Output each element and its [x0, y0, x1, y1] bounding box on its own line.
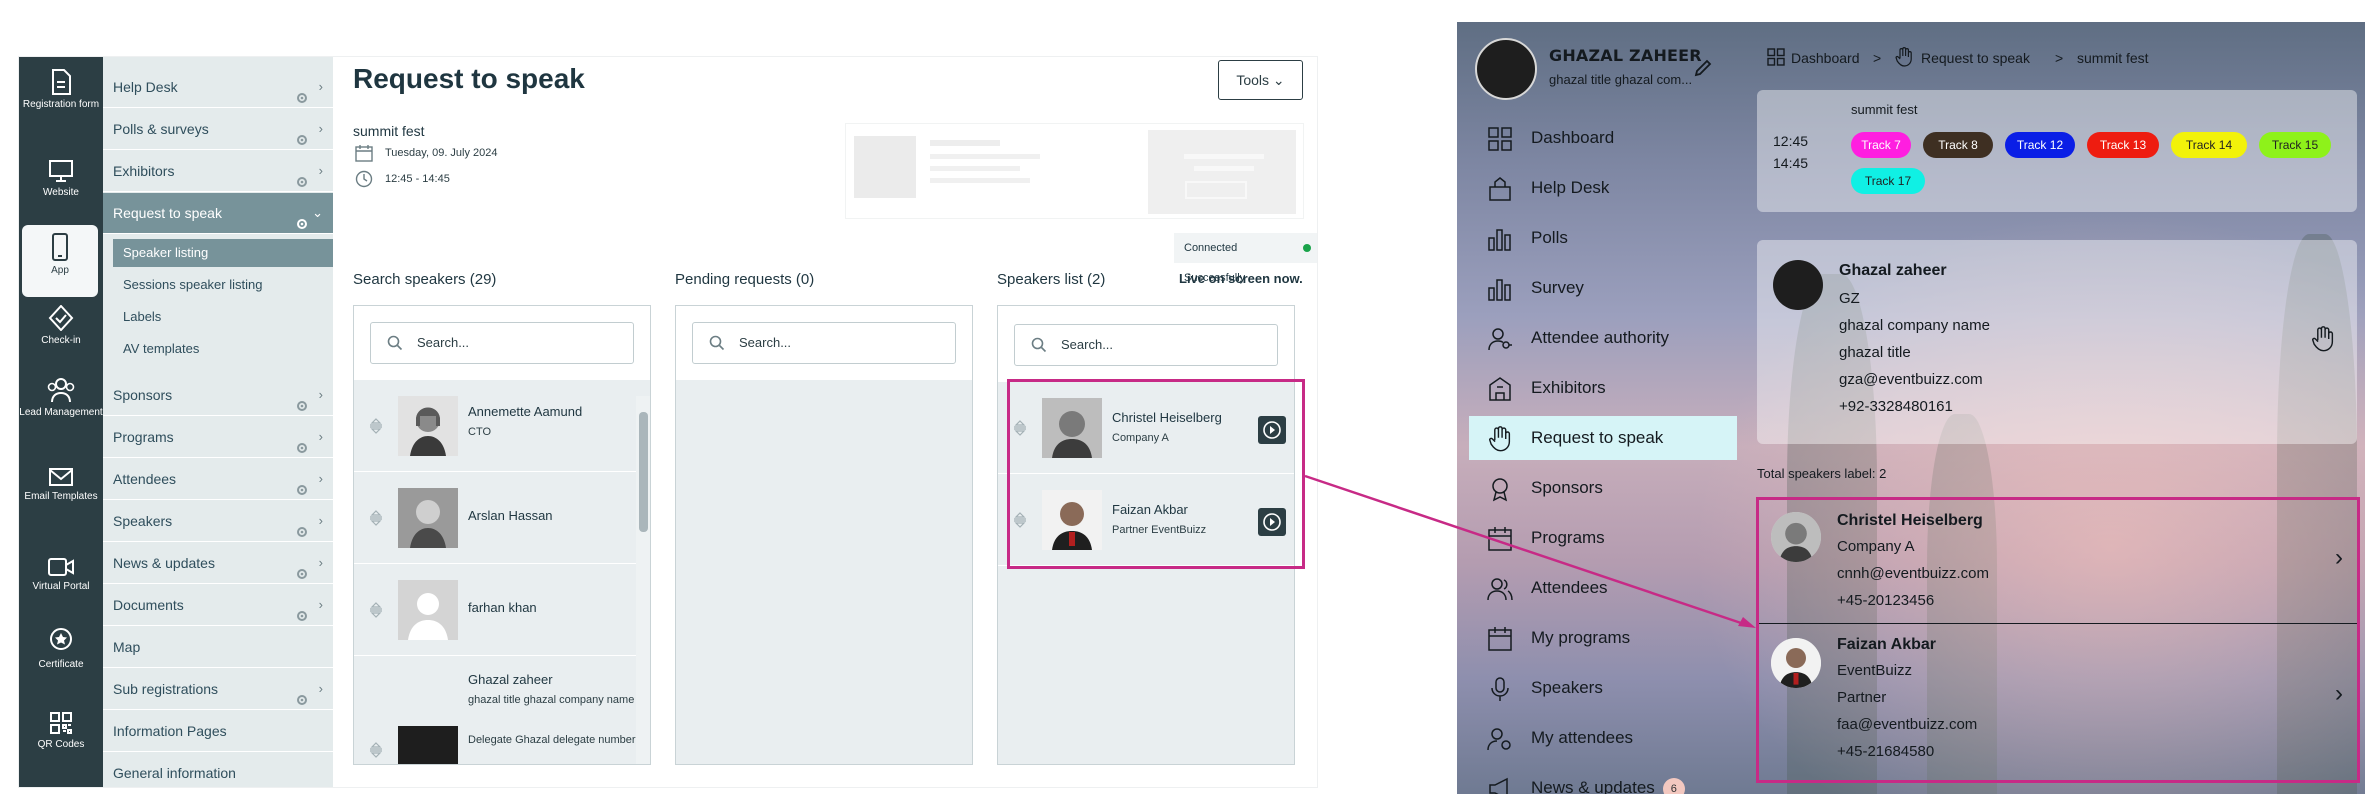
annotation-arrow — [1304, 474, 1756, 628]
